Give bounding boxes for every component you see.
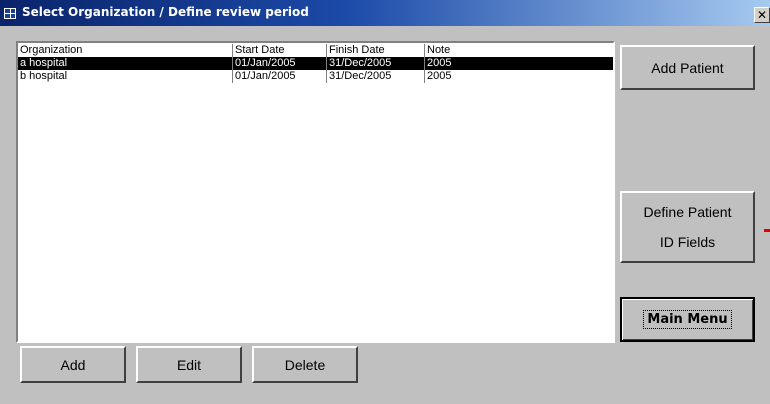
edit-button[interactable]: Edit: [136, 346, 242, 383]
title-bar[interactable]: Select Organization / Define review peri…: [0, 0, 770, 26]
start-date-cell: 01/Jan/2005: [233, 57, 327, 70]
note-cell: 2005: [427, 57, 452, 69]
finish-date-cell: 31/Dec/2005: [327, 57, 425, 70]
main-menu-button[interactable]: Main Menu: [620, 297, 755, 342]
add-patient-button[interactable]: Add Patient: [620, 45, 755, 90]
column-header-organization: Organization: [18, 44, 233, 57]
select-organization-window: Select Organization / Define review peri…: [0, 0, 770, 404]
column-header-start-date: Start Date: [233, 44, 327, 57]
define-patient-label-line1: Define Patient: [643, 204, 732, 220]
close-button[interactable]: ✕: [754, 7, 770, 23]
list-row-a-hospital[interactable]: a hospital 01/Jan/2005 31/Dec/2005 2005: [18, 57, 613, 70]
column-header-finish-date: Finish Date: [327, 44, 425, 57]
form-icon: [4, 8, 16, 19]
column-header-note: Note: [427, 44, 451, 56]
delete-button[interactable]: Delete: [252, 346, 358, 383]
organization-list[interactable]: Organization Start Date Finish Date Note…: [16, 41, 615, 343]
finish-date-cell: 31/Dec/2005: [327, 70, 425, 83]
red-marker: [764, 229, 770, 232]
organization-cell: b hospital: [18, 70, 233, 83]
define-patient-label-line2: ID Fields: [659, 234, 716, 250]
main-menu-label: Main Menu: [643, 310, 732, 329]
organization-cell: a hospital: [18, 57, 233, 70]
start-date-cell: 01/Jan/2005: [233, 70, 327, 83]
list-header-row: Organization Start Date Finish Date Note: [18, 44, 613, 57]
list-row-b-hospital[interactable]: b hospital 01/Jan/2005 31/Dec/2005 2005: [18, 70, 613, 83]
note-cell: 2005: [427, 70, 452, 82]
window-title: Select Organization / Define review peri…: [22, 5, 309, 19]
define-patient-id-fields-button[interactable]: Define Patient ID Fields: [620, 191, 755, 263]
add-button[interactable]: Add: [20, 346, 126, 383]
